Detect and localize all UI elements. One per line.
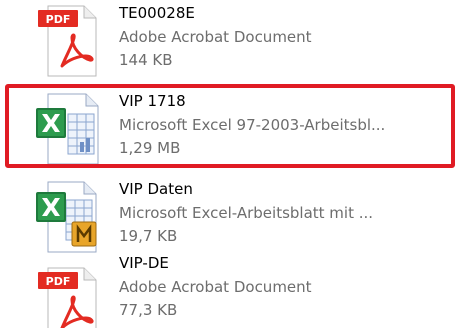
file-size: 1,29 MB	[119, 139, 181, 157]
file-name: TE00028E	[119, 4, 195, 22]
file-item-vip-daten[interactable]: VIP Daten Microsoft Excel-Arbeitsblatt m…	[34, 180, 454, 254]
file-name: VIP-DE	[119, 254, 169, 272]
file-item-vip-de[interactable]: PDF VIP-DE Adobe Acrobat Document 77,3 K…	[34, 254, 454, 335]
file-type: Microsoft Excel 97-2003-Arbeitsbl...	[119, 116, 386, 134]
excel-macro-icon	[34, 180, 104, 254]
pdf-icon: PDF	[34, 4, 104, 78]
file-size: 19,7 KB	[119, 227, 178, 245]
file-item-te00028e[interactable]: PDF TE00028E Adobe Acrobat Document 144 …	[34, 4, 454, 78]
file-name: VIP 1718	[119, 92, 186, 110]
file-size: 144 KB	[119, 51, 173, 69]
file-name: VIP Daten	[119, 180, 193, 198]
svg-text:PDF: PDF	[46, 275, 71, 288]
file-size: 77,3 KB	[119, 301, 178, 319]
file-type: Adobe Acrobat Document	[119, 28, 312, 46]
excel-97-2003-icon	[34, 92, 104, 166]
pdf-icon: PDF	[34, 254, 104, 335]
svg-text:PDF: PDF	[46, 13, 71, 26]
file-list: PDF TE00028E Adobe Acrobat Document 144 …	[0, 0, 461, 335]
file-type: Adobe Acrobat Document	[119, 278, 312, 296]
file-item-vip-1718[interactable]: VIP 1718 Microsoft Excel 97-2003-Arbeits…	[34, 92, 454, 166]
file-type: Microsoft Excel-Arbeitsblatt mit ...	[119, 204, 374, 222]
